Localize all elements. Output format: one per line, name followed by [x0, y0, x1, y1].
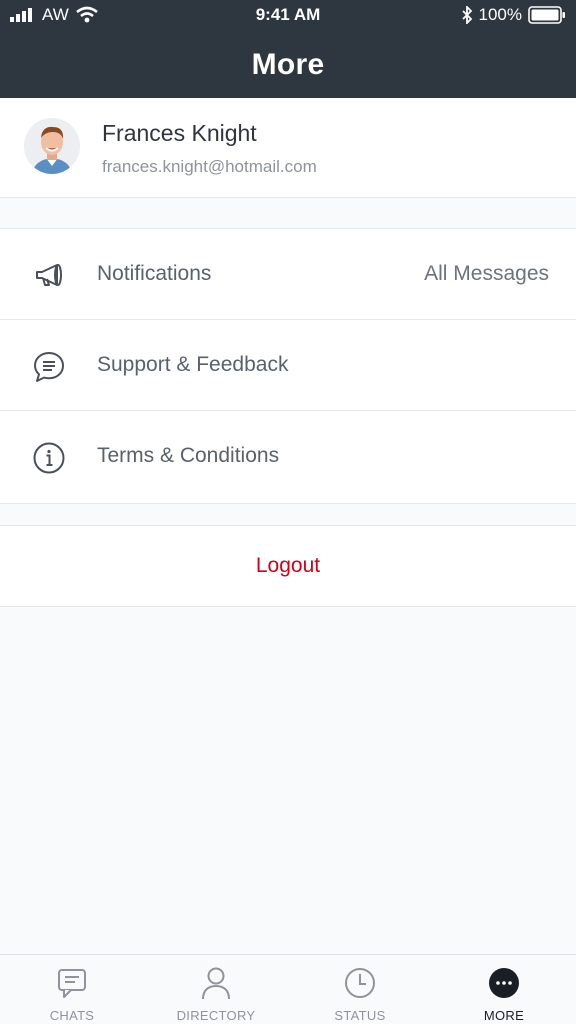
tab-label: DIRECTORY — [176, 1008, 256, 1023]
tab-label: CHATS — [49, 1008, 95, 1023]
battery-percent: 100% — [478, 5, 522, 24]
status-bar: AW 9:41 AM 100% — [0, 0, 576, 32]
tab-label: STATUS — [334, 1008, 386, 1023]
tab-directory[interactable]: DIRECTORY — [144, 955, 288, 1024]
menu-item-label: Support & Feedback — [97, 353, 289, 376]
menu-item-label: Terms & Conditions — [97, 444, 280, 467]
tab-more[interactable]: MORE — [432, 955, 576, 1024]
person-icon — [202, 967, 230, 1000]
clock-icon — [345, 968, 375, 998]
menu-item-label: Notifications — [97, 262, 212, 285]
chat-bubble-icon — [34, 352, 64, 382]
logout-button[interactable]: Logout — [0, 525, 576, 607]
settings-menu: Notifications All Messages Support & Fee… — [0, 228, 576, 504]
tab-chats[interactable]: CHATS — [0, 955, 144, 1024]
profile-name: Frances Knight — [102, 120, 257, 146]
battery-icon — [528, 6, 565, 24]
menu-item-support[interactable]: Support & Feedback — [0, 320, 576, 411]
megaphone-icon — [36, 264, 62, 286]
avatar — [24, 118, 80, 174]
menu-item-terms[interactable]: Terms & Conditions — [0, 411, 576, 503]
menu-item-value: All Messages — [424, 262, 549, 285]
profile-email: frances.knight@hotmail.com — [102, 157, 317, 176]
tab-label: MORE — [483, 1008, 525, 1023]
page-title: More — [251, 48, 325, 81]
menu-item-notifications[interactable]: Notifications All Messages — [0, 229, 576, 320]
tab-bar: CHATS DIRECTORY STATUS MORE — [0, 954, 576, 1024]
avatar-image — [24, 118, 80, 174]
status-right: 100% — [461, 5, 566, 25]
info-icon — [33, 442, 65, 474]
chat-icon — [58, 969, 86, 998]
more-icon — [489, 968, 519, 998]
tab-status[interactable]: STATUS — [288, 955, 432, 1024]
nav-bar: More — [0, 32, 576, 98]
bluetooth-icon — [461, 6, 472, 24]
profile-card[interactable]: Frances Knight frances.knight@hotmail.co… — [0, 98, 576, 198]
